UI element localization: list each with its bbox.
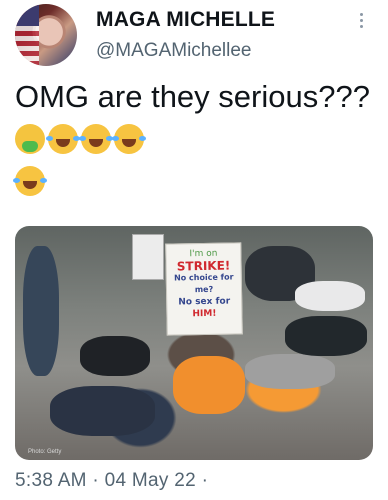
tweet-text: OMG are they serious??? — [13, 76, 375, 202]
avatar[interactable] — [15, 4, 77, 66]
laughing-emoji-icon — [13, 166, 47, 196]
strike-sign: I'm on STRIKE! No choice for me? No sex … — [165, 242, 243, 336]
tweet-photo[interactable]: I'm on STRIKE! No choice for me? No sex … — [15, 226, 373, 460]
author-display-name[interactable]: MAGA MICHELLE — [96, 8, 275, 32]
tweet-header: MAGA MICHELLE @MAGAMichellee — [0, 0, 388, 70]
tweet-timestamp[interactable]: 5:38 AM · 04 May 22 · — [15, 470, 208, 492]
small-sign — [132, 234, 164, 280]
tweet-body: OMG are they serious??? — [15, 79, 370, 114]
sign-line: HIM! — [192, 308, 217, 320]
protester-figure — [245, 354, 335, 389]
protester-figure — [50, 386, 155, 436]
sign-line: No sex for — [178, 296, 231, 308]
protester-figure — [173, 356, 245, 414]
protester-figure — [80, 336, 150, 376]
protester-figure — [295, 281, 365, 311]
protester-figure — [23, 246, 59, 376]
photo-credit: Photo: Getty — [28, 449, 62, 455]
nauseated-face-icon — [15, 124, 45, 154]
more-options-icon[interactable] — [357, 10, 365, 32]
flag-canton — [15, 4, 39, 26]
laughing-emoji-icon — [46, 124, 80, 154]
laughing-emoji-icon — [79, 124, 113, 154]
author-handle[interactable]: @MAGAMichellee — [96, 40, 252, 62]
sign-line: No choice for — [173, 272, 234, 283]
laughing-emoji-icon — [112, 124, 146, 154]
protester-figure — [285, 316, 367, 356]
